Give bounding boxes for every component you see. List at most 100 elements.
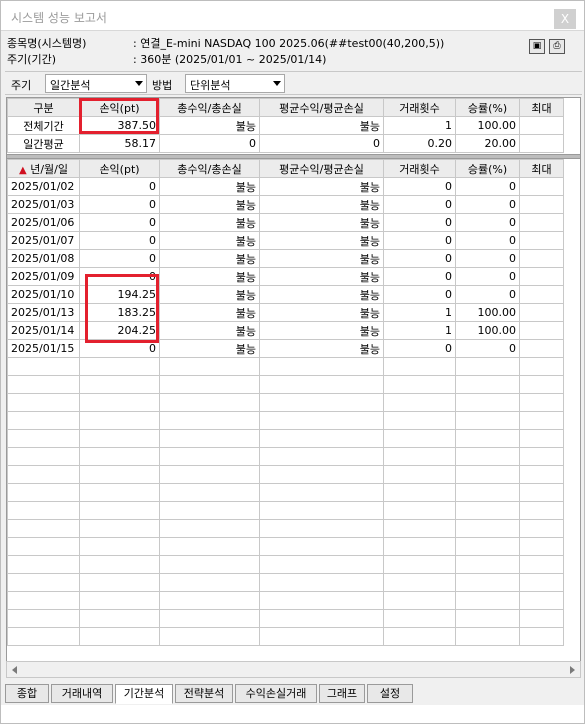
empty-cell xyxy=(383,447,456,466)
table-cell: 불능 xyxy=(259,339,384,358)
close-button[interactable]: X xyxy=(554,9,576,29)
table-cell: 58.17 xyxy=(79,134,160,153)
date-sort-header[interactable]: ▲ 년/월/일 xyxy=(7,159,80,178)
empty-cell xyxy=(79,501,160,520)
empty-cell xyxy=(383,591,456,610)
table-cell: 불능 xyxy=(259,195,384,214)
highlight-box-daily-pnl xyxy=(85,274,159,343)
table-cell: 100.00 xyxy=(455,303,520,322)
empty-cell xyxy=(519,537,564,556)
table-row[interactable]: 2025/01/07 0 불능 불능 0 0 xyxy=(7,231,564,250)
tab-pnl-trades[interactable]: 수익손실거래 xyxy=(235,684,317,703)
table-cell: 2025/01/02 xyxy=(7,177,80,196)
daily-header-cell[interactable]: 최대 xyxy=(519,159,564,178)
period-label: 주기(기간) xyxy=(7,53,57,66)
empty-cell xyxy=(519,429,564,448)
daily-header-cell[interactable]: 손익(pt) xyxy=(79,159,160,178)
empty-cell xyxy=(159,555,260,574)
table-cell: 불능 xyxy=(159,231,260,250)
empty-cell xyxy=(159,393,260,412)
table-cell: 0 xyxy=(455,285,520,304)
table-cell: 불능 xyxy=(159,267,260,286)
empty-row xyxy=(7,357,564,376)
scroll-left-icon[interactable] xyxy=(12,666,17,674)
daily-header-cell[interactable]: 승률(%) xyxy=(455,159,520,178)
table-cell xyxy=(519,116,564,135)
table-row[interactable]: 일간평균 58.17 0 0 0.20 20.00 xyxy=(7,134,564,153)
table-cell: 불능 xyxy=(259,231,384,250)
empty-cell xyxy=(79,519,160,538)
empty-cell xyxy=(259,447,384,466)
empty-cell xyxy=(259,573,384,592)
daily-header-cell[interactable]: 거래횟수 xyxy=(383,159,456,178)
table-row[interactable]: 2025/01/06 0 불능 불능 0 0 xyxy=(7,213,564,232)
table-row[interactable]: 2025/01/02 0 불능 불능 0 0 xyxy=(7,177,564,196)
window-title: 시스템 성능 보고서 xyxy=(11,11,107,25)
empty-cell xyxy=(519,375,564,394)
table-cell xyxy=(519,339,564,358)
empty-cell xyxy=(7,429,80,448)
empty-row xyxy=(7,627,564,646)
summary-header-cell[interactable]: 승률(%) xyxy=(455,98,520,117)
table-cell: 0 xyxy=(79,249,160,268)
table-cell: 2025/01/03 xyxy=(7,195,80,214)
empty-cell xyxy=(259,429,384,448)
save-icon[interactable]: ▣ xyxy=(529,39,545,54)
table-cell: 불능 xyxy=(159,285,260,304)
horizontal-scrollbar[interactable] xyxy=(6,661,581,678)
empty-cell xyxy=(455,465,520,484)
empty-row xyxy=(7,591,564,610)
table-cell: 2025/01/15 xyxy=(7,339,80,358)
tab-bar: 종합 거래내역 기간분석 전략분석 수익손실거래 그래프 설정 xyxy=(3,684,583,704)
tab-strategy-analysis[interactable]: 전략분석 xyxy=(175,684,233,703)
empty-cell xyxy=(519,447,564,466)
table-cell: 0 xyxy=(79,213,160,232)
empty-cell xyxy=(7,591,80,610)
table-cell: 0 xyxy=(383,177,456,196)
empty-cell xyxy=(383,357,456,376)
table-cell: 0 xyxy=(455,177,520,196)
summary-header-cell[interactable]: 구분 xyxy=(7,98,80,117)
table-cell: 0 xyxy=(455,195,520,214)
daily-header-cell[interactable]: 평균수익/평균손실 xyxy=(259,159,384,178)
tab-graph[interactable]: 그래프 xyxy=(319,684,365,703)
empty-cell xyxy=(79,555,160,574)
tab-trade-history[interactable]: 거래내역 xyxy=(51,684,113,703)
tab-settings[interactable]: 설정 xyxy=(367,684,413,703)
empty-cell xyxy=(383,393,456,412)
empty-cell xyxy=(519,519,564,538)
scroll-right-icon[interactable] xyxy=(570,666,575,674)
title-bar: 시스템 성능 보고서 X xyxy=(1,1,584,31)
period-select[interactable]: 일간분석 xyxy=(45,74,147,93)
table-row[interactable]: 2025/01/08 0 불능 불능 0 0 xyxy=(7,249,564,268)
table-cell: 불능 xyxy=(259,116,384,135)
empty-cell xyxy=(79,609,160,628)
empty-cell xyxy=(7,573,80,592)
summary-header-cell[interactable]: 거래횟수 xyxy=(383,98,456,117)
summary-header-cell[interactable]: 최대 xyxy=(519,98,564,117)
table-cell xyxy=(519,249,564,268)
summary-header-cell[interactable]: 총수익/총손실 xyxy=(159,98,260,117)
period-select-value: 일간분석 xyxy=(50,79,91,92)
table-row[interactable]: 2025/01/03 0 불능 불능 0 0 xyxy=(7,195,564,214)
table-cell: 0 xyxy=(383,249,456,268)
table-cell: 2025/01/08 xyxy=(7,249,80,268)
empty-cell xyxy=(259,465,384,484)
table-cell: 0 xyxy=(455,231,520,250)
tab-period-analysis[interactable]: 기간분석 xyxy=(115,684,173,704)
table-cell: 0.20 xyxy=(383,134,456,153)
daily-header-cell[interactable]: 총수익/총손실 xyxy=(159,159,260,178)
empty-cell xyxy=(159,411,260,430)
method-select[interactable]: 단위분석 xyxy=(185,74,285,93)
tab-summary[interactable]: 종합 xyxy=(5,684,49,703)
empty-cell xyxy=(383,429,456,448)
summary-header-cell[interactable]: 평균수익/평균손실 xyxy=(259,98,384,117)
table-cell: 불능 xyxy=(159,249,260,268)
print-icon[interactable]: ⎙ xyxy=(549,39,565,54)
table-cell: 1 xyxy=(383,116,456,135)
table-cell: 0 xyxy=(383,195,456,214)
table-cell: 0 xyxy=(455,213,520,232)
empty-cell xyxy=(383,501,456,520)
empty-cell xyxy=(455,537,520,556)
empty-cell xyxy=(259,501,384,520)
